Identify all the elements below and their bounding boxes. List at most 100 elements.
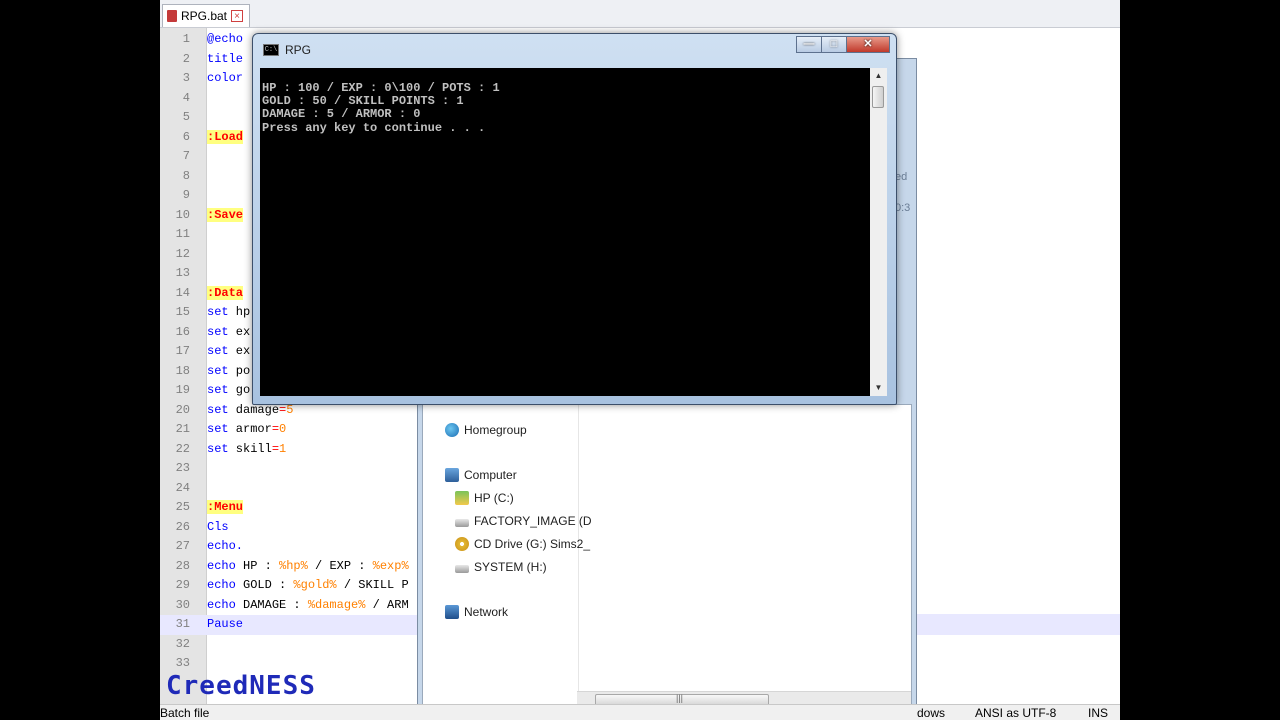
scroll-down-arrow-icon[interactable]: ▼ [870, 380, 887, 396]
drive-icon [455, 564, 469, 573]
status-insert-mode: INS [1088, 706, 1109, 720]
code-token: GOLD : [235, 578, 294, 592]
network-icon [445, 605, 459, 619]
navigation-pane: Homegroup Computer HP (C:) FACTORY_IMAGE (D… [423, 405, 592, 709]
line-number: 2 [182, 51, 190, 66]
code-text: echo GOLD : %gold% / SKILL P [207, 576, 409, 596]
code-text: color [207, 69, 243, 89]
status-encoding: ANSI as UTF-8 [975, 706, 1057, 720]
code-token: echo [207, 578, 236, 592]
code-token: :Data [207, 285, 244, 300]
console-scroll-thumb[interactable] [872, 86, 884, 108]
line-number: 5 [182, 110, 190, 124]
code-text: set go [207, 381, 250, 401]
code-token: skill [228, 441, 272, 456]
code-token: @echo [207, 32, 244, 46]
code-text: @echo [207, 30, 243, 50]
console-line: DAMAGE : 5 / ARMOR : 0 [262, 107, 421, 121]
code-token: set [207, 422, 229, 436]
code-token: DAMAGE : [235, 597, 308, 612]
scroll-grip: ||| [676, 693, 684, 703]
console-icon: C:\ [263, 44, 279, 56]
line-number: 7 [182, 149, 190, 163]
console-scrollbar[interactable]: ▲ ▼ [870, 68, 887, 396]
nav-item-label: Homegroup [464, 423, 527, 437]
code-token: = [271, 441, 280, 456]
nav-item-label: Computer [464, 468, 517, 482]
code-token: / SKILL P [336, 578, 409, 592]
tab-bar: RPG.bat × [160, 0, 1120, 28]
nav-item-label: SYSTEM (H:) [474, 560, 547, 574]
nav-item[interactable]: FACTORY_IMAGE (D [455, 514, 592, 528]
nav-item-label: HP (C:) [474, 491, 514, 505]
nav-item-label: CD Drive (G:) Sims2_ [474, 537, 591, 551]
code-token: set [207, 305, 229, 319]
code-token: title [207, 51, 244, 66]
minimize-button[interactable]: — [796, 36, 822, 53]
code-token: / ARM [365, 597, 409, 612]
screen: RPG.bat × 1 @echo 2 title 3 color 4 5 6:Load 7 8 9 1… [160, 0, 1120, 720]
code-token: ex [228, 344, 251, 358]
line-number: 9 [182, 188, 190, 202]
code-token: color [207, 71, 244, 85]
code-token: 0 [279, 422, 287, 436]
nav-item[interactable]: CD Drive (G:) Sims2_ [455, 537, 590, 551]
nav-item[interactable]: Computer [445, 468, 517, 482]
line-number: 28 [175, 558, 190, 573]
cmd-titlebar[interactable]: C:\ RPG [263, 43, 311, 57]
console-output[interactable]: HP : 100 / EXP : 0\100 / POTS : 1 GOLD :… [260, 68, 870, 396]
code-text: set po [207, 362, 250, 382]
nav-item-label: FACTORY_IMAGE (D [474, 514, 592, 528]
close-tab-icon[interactable]: × [231, 10, 244, 22]
drive-icon [455, 518, 469, 527]
code-text: :Data [207, 284, 244, 304]
code-token: :Menu [207, 500, 244, 514]
code-text: set ex [207, 323, 250, 343]
maximize-button[interactable]: □ [821, 36, 847, 53]
code-text: set hp [207, 303, 250, 323]
code-token: hp [228, 305, 251, 319]
code-token: = [271, 422, 280, 436]
code-text: :Load [207, 128, 244, 148]
code-token: %damage% [307, 597, 366, 612]
code-token: %gold% [293, 578, 337, 592]
line-number: 8 [182, 168, 190, 183]
code-token: HP : [235, 558, 280, 573]
status-peek: dows [917, 706, 946, 720]
code-token: Cls [207, 519, 229, 534]
line-number: 18 [175, 363, 190, 378]
watermark-logo: CreedNESS [166, 671, 316, 701]
tab-label: RPG.bat [181, 9, 228, 23]
nav-item[interactable]: Homegroup [445, 423, 527, 437]
computer-icon [445, 468, 459, 482]
tab-rpg-bat[interactable]: RPG.bat × [162, 4, 251, 27]
cmd-title: RPG [285, 43, 312, 57]
code-token: armor [228, 422, 272, 436]
line-number: 23 [175, 461, 190, 475]
line-number: 1 [182, 32, 190, 46]
line-number: 16 [175, 324, 190, 339]
code-text: echo DAMAGE : %damage% / ARM [207, 596, 409, 616]
homegroup-icon [445, 423, 459, 437]
code-text: :Save [207, 206, 244, 226]
explorer-peek-text: 0:3 [895, 202, 911, 214]
line-number: 14 [175, 285, 190, 300]
cmd-window[interactable]: C:\ RPG — □ ✕ HP : 100 / EXP : 0\100 / P… [252, 33, 897, 405]
code-token: set [207, 441, 229, 456]
line-number: 22 [175, 441, 190, 456]
line-number: 6 [182, 129, 190, 144]
line-number: 21 [175, 422, 190, 436]
console-line: Press any key to continue . . . [262, 121, 486, 135]
explorer-content: Homegroup Computer HP (C:) FACTORY_IMAGE (D… [422, 404, 912, 710]
nav-item[interactable]: HP (C:) [455, 491, 514, 505]
close-button[interactable]: ✕ [846, 36, 890, 53]
line-number: 32 [175, 636, 190, 651]
nav-item[interactable]: SYSTEM (H:) [455, 560, 547, 574]
nav-item[interactable]: Network [445, 605, 508, 619]
line-number: 17 [175, 344, 190, 358]
line-number: 24 [175, 480, 190, 495]
code-text: Pause [207, 615, 243, 635]
scroll-up-arrow-icon[interactable]: ▲ [870, 68, 887, 84]
code-token: ex [228, 324, 251, 339]
line-number: 11 [175, 227, 190, 241]
